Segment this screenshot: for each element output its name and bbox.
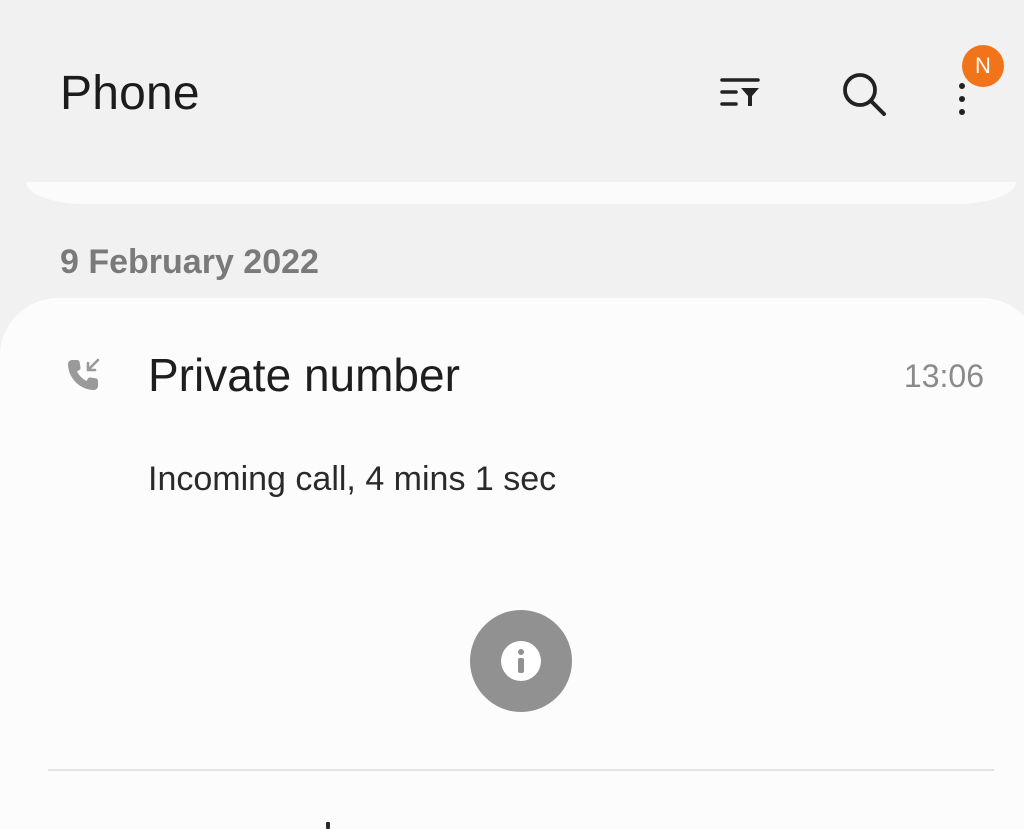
call-info-button[interactable] [470, 610, 572, 712]
search-button[interactable] [834, 64, 894, 124]
call-time: 13:06 [903, 358, 984, 394]
next-row-fragment [326, 822, 330, 829]
date-header: 9 February 2022 [60, 243, 319, 281]
search-icon [843, 73, 886, 116]
incoming-call-icon [68, 358, 100, 390]
call-detail: Incoming call, 4 mins 1 sec [148, 460, 557, 498]
app-bar: Phone N [0, 0, 1024, 180]
page-title: Phone [60, 67, 200, 120]
phone-app: Phone N 9 February 2022 Private number 1… [0, 0, 1024, 829]
divider [48, 769, 994, 771]
filter-list-icon [720, 78, 760, 106]
info-icon [501, 641, 541, 681]
filter-button[interactable] [712, 66, 768, 122]
notification-badge: N [962, 45, 1004, 87]
previous-card-edge [26, 182, 1016, 204]
contact-name[interactable]: Private number [148, 346, 460, 404]
more-vertical-icon [959, 83, 965, 115]
